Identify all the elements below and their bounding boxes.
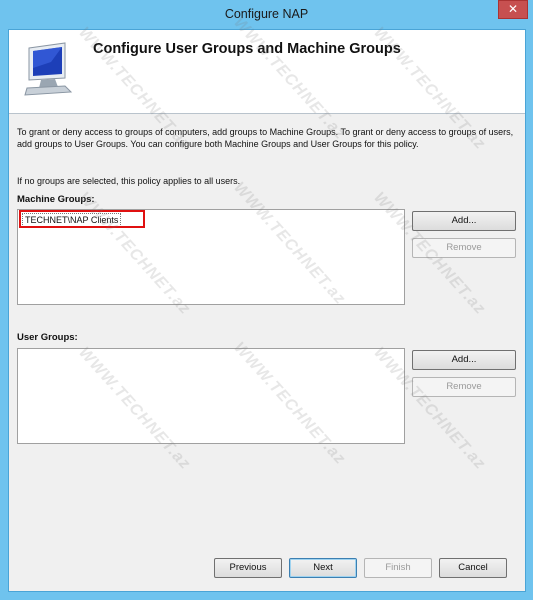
user-groups-remove-button[interactable]: Remove xyxy=(412,377,516,397)
machine-groups-add-button[interactable]: Add... xyxy=(412,211,516,231)
next-button[interactable]: Next xyxy=(289,558,357,578)
close-icon: ✕ xyxy=(507,2,519,16)
dialog-client-area: Configure User Groups and Machine Groups… xyxy=(8,29,526,592)
computer-monitor-icon xyxy=(21,40,79,100)
finish-button[interactable]: Finish xyxy=(364,558,432,578)
machine-groups-list[interactable]: TECHNET\NAP Clients xyxy=(17,209,405,305)
cancel-button[interactable]: Cancel xyxy=(439,558,507,578)
user-groups-label: User Groups: xyxy=(17,332,78,343)
machine-groups-remove-button[interactable]: Remove xyxy=(412,238,516,258)
title-bar[interactable]: Configure NAP ✕ xyxy=(0,0,533,29)
wizard-header: Configure User Groups and Machine Groups xyxy=(9,30,525,114)
note-text: If no groups are selected, this policy a… xyxy=(17,176,241,186)
user-groups-list[interactable] xyxy=(17,348,405,444)
window-title: Configure NAP xyxy=(224,7,309,21)
user-groups-add-button[interactable]: Add... xyxy=(412,350,516,370)
page-title: Configure User Groups and Machine Groups xyxy=(93,41,401,57)
previous-button[interactable]: Previous xyxy=(214,558,282,578)
description-text: To grant or deny access to groups of com… xyxy=(17,127,514,149)
configure-nap-window: Configure NAP ✕ Configure User Groups an… xyxy=(0,0,533,600)
machine-groups-label: Machine Groups: xyxy=(17,194,95,205)
close-button[interactable]: ✕ xyxy=(498,0,528,19)
highlight-box xyxy=(19,210,145,228)
